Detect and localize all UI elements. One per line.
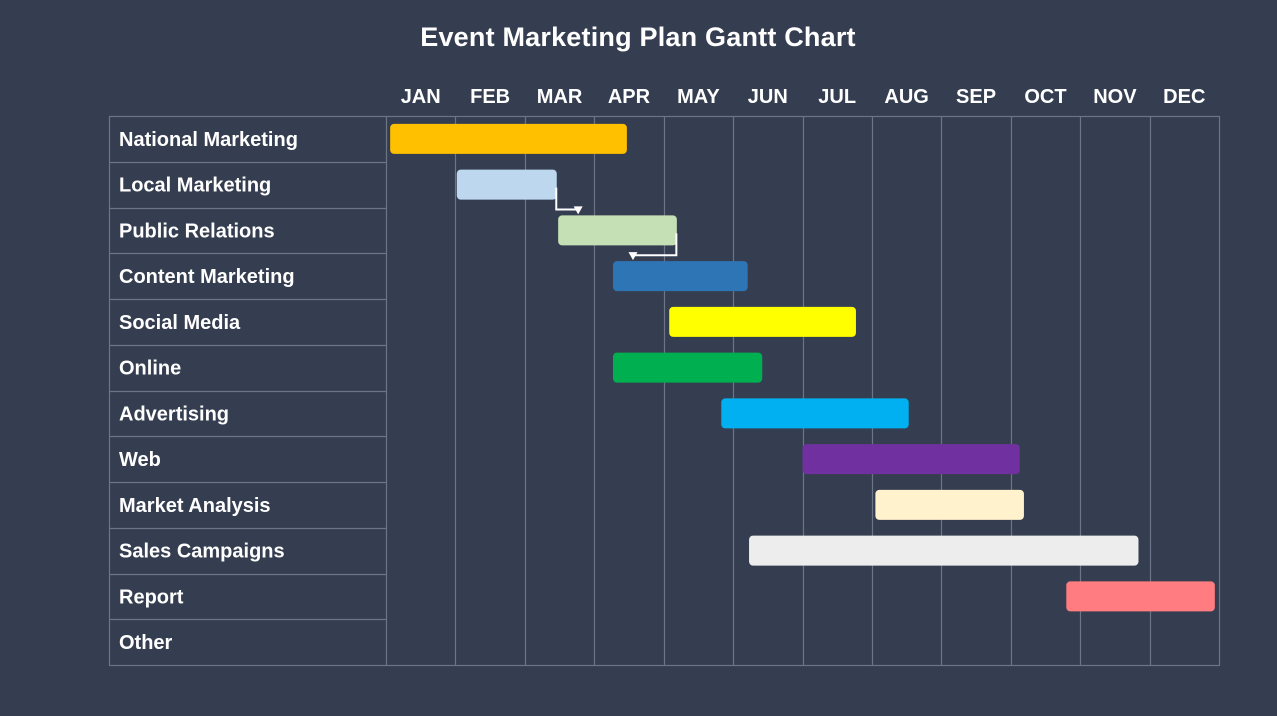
grid-lines: [108, 115, 1221, 667]
task-bar-sales-campaigns: [749, 535, 1139, 566]
task-bar-public-relations: [558, 215, 677, 246]
task-bar-market-analysis: [875, 489, 1024, 520]
gantt-chart: JAN FEB MAR APR MAY JUN JUL AUG SEP OCT NOV DEC Nat…: [108, 86, 1221, 667]
task-label-advertising: Advertising: [119, 403, 229, 425]
task-bar-report: [1066, 581, 1215, 612]
task-bar-content-marketing: [612, 261, 748, 292]
task-bar-online: [612, 352, 763, 383]
month-label-aug: AUG: [884, 86, 928, 108]
task-label-public-relations: Public Relations: [119, 220, 275, 242]
month-label-may: MAY: [677, 86, 720, 108]
task-label-content-marketing: Content Marketing: [119, 266, 295, 288]
task-label-national-marketing: National Marketing: [119, 129, 298, 151]
task-bar-web: [802, 444, 1020, 475]
month-label-oct: OCT: [1024, 86, 1066, 108]
task-label-social-media: Social Media: [119, 312, 241, 334]
month-labels: JAN FEB MAR APR MAY JUN JUL AUG SEP OCT NOV DEC: [401, 86, 1206, 108]
task-label-other: Other: [119, 632, 173, 654]
task-bars: [390, 123, 1215, 612]
task-label-online: Online: [119, 358, 181, 380]
month-label-mar: MAR: [537, 86, 583, 108]
month-label-apr: APR: [608, 86, 651, 108]
task-bar-national-marketing: [390, 123, 627, 154]
month-label-dec: DEC: [1163, 86, 1205, 108]
task-label-sales-campaigns: Sales Campaigns: [119, 541, 285, 563]
task-label-web: Web: [119, 449, 161, 471]
month-label-feb: FEB: [470, 86, 510, 108]
task-label-market-analysis: Market Analysis: [119, 495, 271, 517]
task-label-report: Report: [119, 586, 184, 608]
task-bar-local-marketing: [456, 169, 557, 200]
month-label-sep: SEP: [956, 86, 996, 108]
task-bar-advertising: [721, 398, 909, 429]
task-bar-social-media: [669, 306, 856, 337]
dependency-connector: [555, 187, 580, 211]
task-label-local-marketing: Local Marketing: [119, 175, 271, 197]
month-label-jul: JUL: [818, 86, 856, 108]
month-label-jan: JAN: [401, 86, 441, 108]
month-label-jun: JUN: [748, 86, 788, 108]
month-label-nov: NOV: [1093, 86, 1137, 108]
